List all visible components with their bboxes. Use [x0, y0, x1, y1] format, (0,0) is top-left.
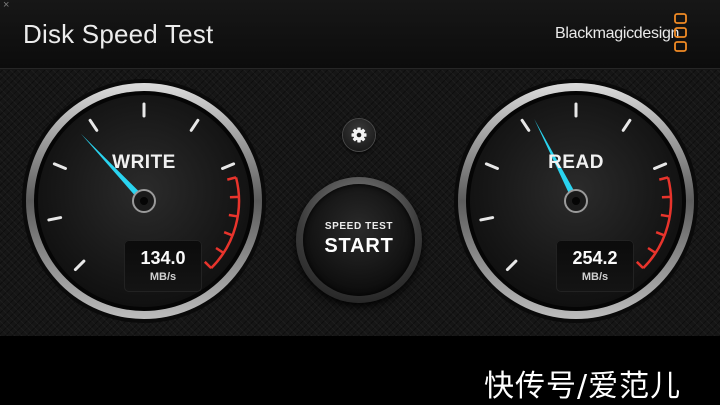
write-gauge: WRITE 134.0 MB/s	[20, 77, 268, 325]
close-button[interactable]: ×	[3, 0, 9, 11]
start-label: START	[296, 235, 422, 258]
brand-name: Blackmagicdesign	[555, 25, 679, 43]
read-label: READ	[452, 152, 700, 174]
brand-logo-icon	[673, 13, 689, 53]
start-button[interactable]: SPEED TEST START	[296, 177, 422, 303]
settings-button[interactable]	[343, 119, 375, 151]
redzone-tick	[229, 215, 238, 216]
needle-hub-center	[572, 197, 580, 205]
read-unit: MB/s	[556, 271, 634, 283]
read-gauge: READ 254.2 MB/s	[452, 77, 700, 325]
read-value: 254.2	[556, 248, 634, 269]
main-panel: WRITE 134.0 MB/s READ	[0, 69, 720, 336]
needle-hub-center	[140, 197, 148, 205]
app-title: Disk Speed Test	[23, 19, 213, 50]
title-bar: × Disk Speed Test Blackmagicdesign	[0, 0, 720, 69]
read-readout: 254.2 MB/s	[556, 240, 634, 292]
write-label: WRITE	[20, 152, 268, 174]
write-value: 134.0	[124, 248, 202, 269]
redzone-tick	[661, 215, 670, 216]
gear-icon	[343, 119, 375, 151]
start-caption: SPEED TEST	[296, 221, 422, 232]
watermark: 快传号/爱范儿	[484, 361, 681, 405]
write-unit: MB/s	[124, 271, 202, 283]
write-readout: 134.0 MB/s	[124, 240, 202, 292]
